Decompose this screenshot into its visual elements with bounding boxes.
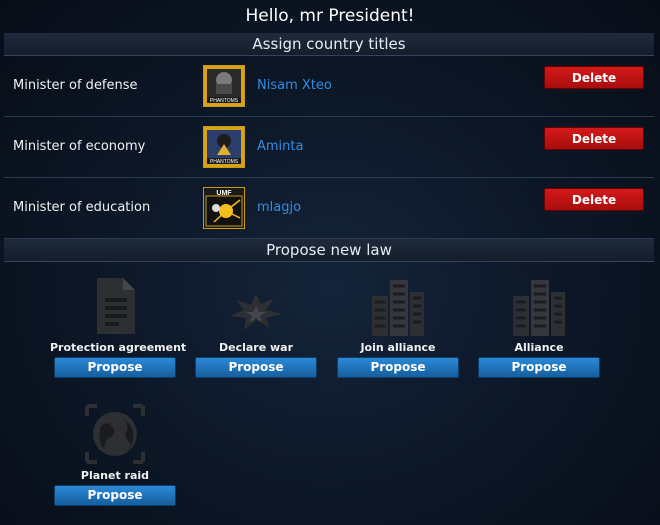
player-link[interactable]: Nisam Xteo <box>257 56 332 116</box>
propose-button[interactable]: Propose <box>478 357 600 378</box>
title-label: Minister of defense <box>13 78 138 93</box>
player-link[interactable]: mlagjo <box>257 178 301 238</box>
law-name: Planet raid <box>80 469 150 482</box>
law-planet-raid: Planet raid Propose <box>50 402 180 506</box>
law-name: Alliance <box>514 341 564 354</box>
page-title: Hello, mr President! <box>245 6 415 26</box>
delete-button[interactable]: Delete <box>544 127 644 150</box>
svg-text:UMF: UMF <box>216 190 232 197</box>
law-name: Protection agreement <box>50 341 187 354</box>
title-label: Minister of economy <box>13 139 146 154</box>
player-link[interactable]: Aminta <box>257 117 303 177</box>
propose-button[interactable]: Propose <box>337 357 459 378</box>
propose-button[interactable]: Propose <box>54 357 176 378</box>
svg-text:PHANTOMS: PHANTOMS <box>210 159 239 165</box>
delete-button[interactable]: Delete <box>544 66 644 89</box>
title-label: Minister of education <box>13 200 151 215</box>
titles-section-header: Assign country titles <box>4 33 654 56</box>
document-icon <box>97 278 135 334</box>
player-avatar[interactable]: PHANTOMS <box>203 126 245 168</box>
delete-button[interactable]: Delete <box>544 188 644 211</box>
law-name: Join alliance <box>360 341 436 354</box>
buildings-icon <box>513 280 565 336</box>
explosion-icon <box>230 294 282 330</box>
law-protection-agreement: Protection agreement Propose <box>50 274 187 378</box>
law-name: Declare war <box>218 341 294 354</box>
title-row-education: Minister of education UMF mlagjo Delete <box>4 178 654 239</box>
title-row-economy: Minister of economy PHANTOMS Aminta Dele… <box>4 117 654 178</box>
planet-icon <box>85 404 145 464</box>
law-declare-war: Declare war Propose <box>191 274 321 378</box>
title-row-defense: Minister of defense PHANTOMS Nisam Xteo … <box>4 56 654 117</box>
buildings-icon <box>372 280 424 336</box>
law-alliance: Alliance Propose <box>474 274 604 378</box>
propose-button[interactable]: Propose <box>195 357 317 378</box>
propose-button[interactable]: Propose <box>54 485 176 506</box>
law-join-alliance: Join alliance Propose <box>333 274 463 378</box>
svg-text:PHANTOMS: PHANTOMS <box>210 98 239 104</box>
player-avatar[interactable]: UMF <box>203 187 245 229</box>
laws-section-header: Propose new law <box>4 239 654 262</box>
player-avatar[interactable]: PHANTOMS <box>203 65 245 107</box>
